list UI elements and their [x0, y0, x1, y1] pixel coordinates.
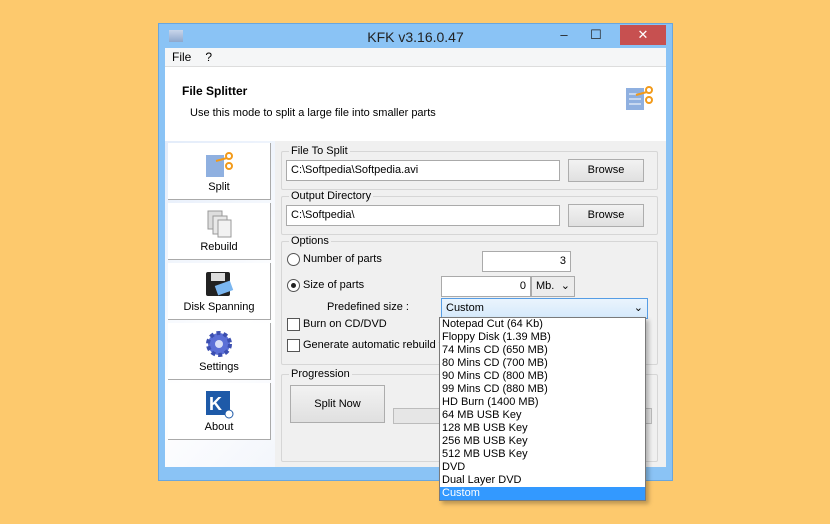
number-of-parts-radio[interactable] — [287, 253, 300, 266]
dropdown-option[interactable]: Custom — [440, 487, 645, 500]
app-icon — [169, 30, 183, 42]
header-panel: File Splitter Use this mode to split a l… — [165, 67, 666, 141]
file-to-split-legend: File To Split — [289, 145, 350, 157]
page-title: File Splitter — [182, 84, 248, 98]
split-now-button[interactable]: Split Now — [290, 385, 385, 423]
dropdown-option[interactable]: 74 Mins CD (650 MB) — [440, 344, 645, 357]
sidebar-item-disk-spanning[interactable]: Disk Spanning — [168, 263, 271, 320]
sidebar-item-split[interactable]: Split — [168, 143, 271, 200]
sidebar-item-about[interactable]: K About — [168, 383, 271, 440]
options-legend: Options — [289, 235, 331, 247]
number-of-parts-input[interactable]: 3 — [482, 251, 571, 272]
close-button[interactable]: ✕ — [620, 25, 666, 45]
page-description: Use this mode to split a large file into… — [190, 107, 436, 119]
output-directory-legend: Output Directory — [289, 190, 374, 202]
dropdown-option[interactable]: HD Burn (1400 MB) — [440, 396, 645, 409]
sidebar-item-label: About — [204, 421, 234, 433]
gear-icon — [206, 331, 232, 357]
generate-rebuild-checkbox[interactable] — [287, 339, 300, 352]
number-of-parts-label: Number of parts — [303, 253, 382, 265]
browse-file-button[interactable]: Browse — [568, 159, 644, 182]
size-of-parts-radio[interactable] — [287, 279, 300, 292]
predefined-size-label: Predefined size : — [327, 301, 409, 313]
scissors-file-icon — [206, 152, 233, 177]
chevron-down-icon: ⌄ — [633, 302, 643, 314]
menu-help[interactable]: ? — [198, 48, 219, 66]
scissors-file-icon — [626, 86, 653, 110]
file-to-split-group: File To Split C:\Softpedia\Softpedia.avi… — [281, 145, 658, 190]
file-to-split-input[interactable]: C:\Softpedia\Softpedia.avi — [286, 160, 560, 181]
dropdown-option[interactable]: 128 MB USB Key — [440, 422, 645, 435]
unit-select[interactable]: Mb. ⌄ — [531, 276, 575, 297]
dropdown-option[interactable]: 99 Mins CD (880 MB) — [440, 383, 645, 396]
maximize-button[interactable]: ☐ — [582, 25, 610, 45]
predefined-size-dropdown-list: Notepad Cut (64 Kb) Floppy Disk (1.39 MB)… — [439, 317, 646, 501]
dropdown-option[interactable]: 64 MB USB Key — [440, 409, 645, 422]
sidebar-item-label: Settings — [199, 361, 239, 373]
size-of-parts-label: Size of parts — [303, 279, 365, 291]
sidebar-item-rebuild[interactable]: Rebuild — [168, 203, 271, 260]
sidebar-item-label: Disk Spanning — [183, 301, 255, 313]
kc-logo-icon: K — [206, 391, 234, 419]
dropdown-option[interactable]: Notepad Cut (64 Kb) — [440, 318, 645, 331]
minimize-button[interactable]: ‒ — [550, 25, 578, 45]
predefined-size-value: Custom — [446, 302, 484, 314]
menu-bar: File? — [165, 48, 666, 67]
dropdown-option[interactable]: Dual Layer DVD — [440, 474, 645, 487]
dropdown-option[interactable]: 256 MB USB Key — [440, 435, 645, 448]
progression-legend: Progression — [289, 368, 352, 380]
browse-directory-button[interactable]: Browse — [568, 204, 644, 227]
dropdown-option[interactable]: 80 Mins CD (700 MB) — [440, 357, 645, 370]
dropdown-option[interactable]: DVD — [440, 461, 645, 474]
burn-cd-checkbox[interactable] — [287, 318, 300, 331]
menu-file[interactable]: File — [165, 48, 198, 66]
documents-icon — [207, 210, 232, 238]
generate-rebuild-label: Generate automatic rebuild fil — [303, 339, 447, 351]
size-of-parts-input[interactable]: 0 — [441, 276, 531, 297]
dropdown-option[interactable]: 512 MB USB Key — [440, 448, 645, 461]
chevron-down-icon: ⌄ — [560, 280, 570, 292]
unit-value: Mb. — [536, 280, 555, 292]
dropdown-option[interactable]: Floppy Disk (1.39 MB) — [440, 331, 645, 344]
sidebar-item-label: Rebuild — [200, 241, 238, 253]
output-directory-input[interactable]: C:\Softpedia\ — [286, 205, 560, 226]
predefined-size-select[interactable]: Custom ⌄ — [441, 298, 648, 319]
svg-text:K: K — [209, 394, 222, 414]
sidebar-item-settings[interactable]: Settings — [168, 323, 271, 380]
burn-cd-label: Burn on CD/DVD — [303, 318, 387, 330]
floppy-disk-icon — [206, 272, 234, 296]
dropdown-option[interactable]: 90 Mins CD (800 MB) — [440, 370, 645, 383]
sidebar-item-label: Split — [208, 181, 230, 193]
output-directory-group: Output Directory C:\Softpedia\ Browse — [281, 190, 658, 235]
sidebar: Split Rebuild Disk Spanning Settings K A… — [165, 141, 275, 467]
